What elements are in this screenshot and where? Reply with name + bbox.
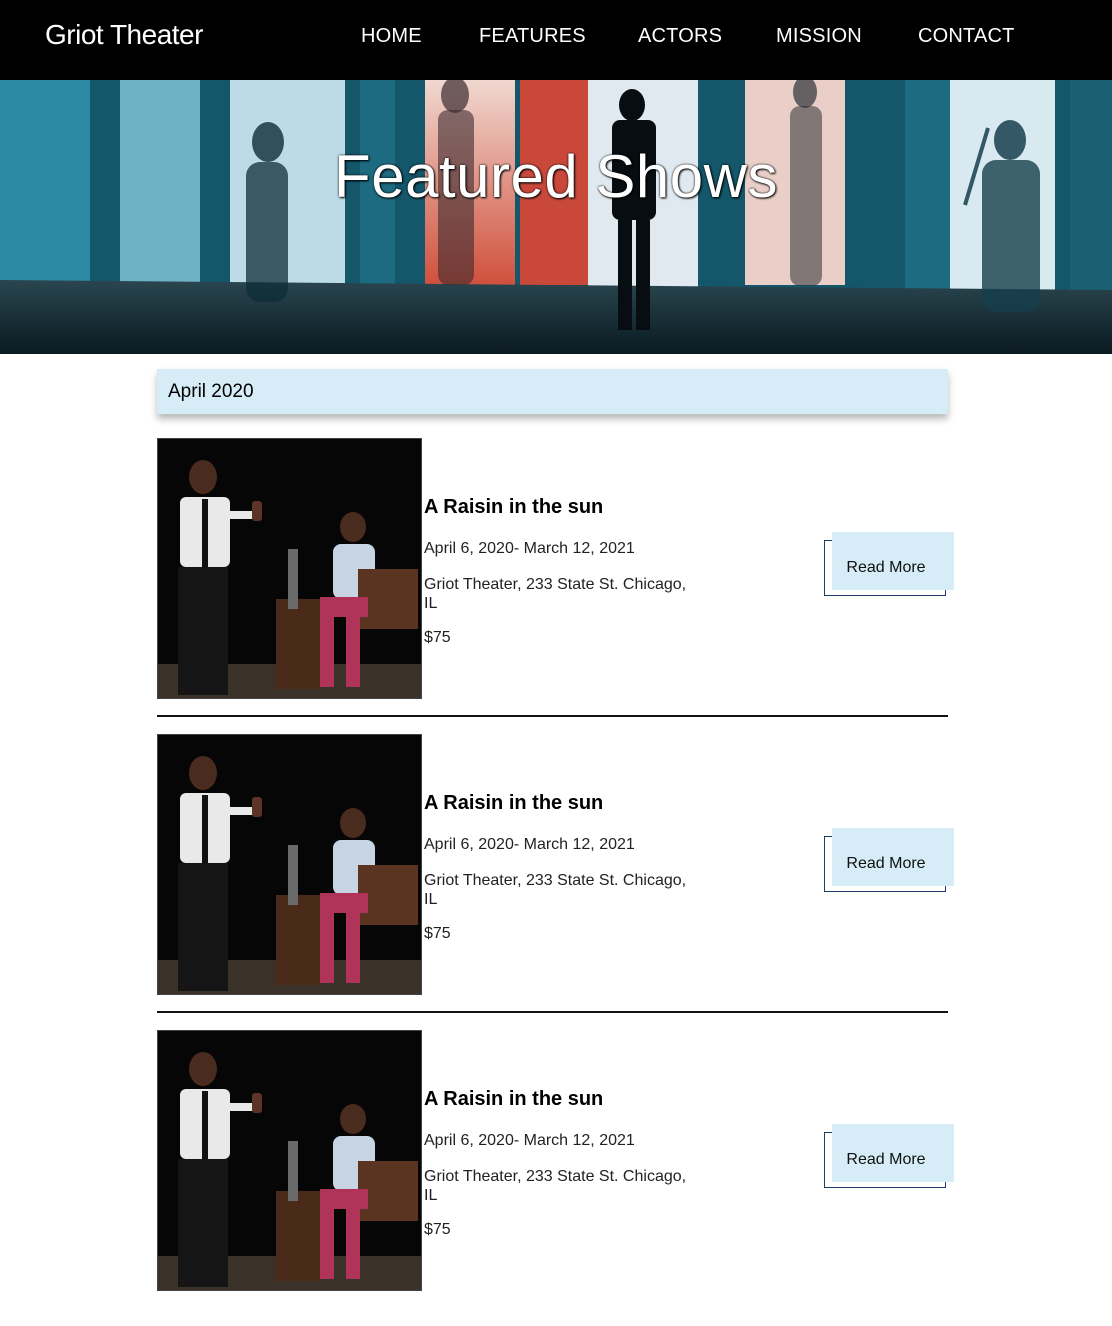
show-dates: April 6, 2020- March 12, 2021 (424, 1132, 635, 1149)
show-title: A Raisin in the sun (424, 1088, 604, 1110)
nav-link-mission[interactable]: MISSION (776, 25, 862, 48)
month-header: April 2020 (157, 369, 948, 414)
show-venue: Griot Theater, 233 State St. Chicago, IL (424, 1168, 687, 1204)
read-more-button[interactable]: Read More (824, 532, 954, 596)
nav-link-home[interactable]: HOME (361, 25, 422, 48)
hero-title: Featured Shows (334, 143, 778, 210)
show-photo (157, 734, 422, 995)
show-dates: April 6, 2020- March 12, 2021 (424, 836, 635, 853)
hero-banner: Featured Shows (0, 80, 1112, 354)
brand-logo-link[interactable]: Griot Theater (45, 19, 203, 51)
nav-link-actors[interactable]: ACTORS (638, 25, 722, 48)
show-venue: Griot Theater, 233 State St. Chicago, IL (424, 872, 687, 908)
show-list-item: A Raisin in the sun April 6, 2020- March… (157, 1030, 954, 1326)
read-more-button[interactable]: Read More (824, 1124, 954, 1188)
month-label: April 2020 (168, 381, 254, 402)
show-dates: April 6, 2020- March 12, 2021 (424, 540, 635, 557)
top-navigation-bar: Griot Theater HOME FEATURES ACTORS MISSI… (0, 0, 1112, 80)
show-photo (157, 1030, 422, 1291)
show-photo (157, 438, 422, 699)
show-title: A Raisin in the sun (424, 792, 604, 814)
read-more-label: Read More (846, 855, 926, 872)
row-divider (157, 715, 948, 717)
read-more-label: Read More (846, 1151, 926, 1168)
show-list-item: A Raisin in the sun April 6, 2020- March… (157, 438, 954, 734)
stage-silhouettes-image (0, 80, 1112, 354)
nav-link-contact[interactable]: CONTACT (918, 25, 1015, 48)
show-list-item: A Raisin in the sun April 6, 2020- March… (157, 734, 954, 1030)
show-title: A Raisin in the sun (424, 496, 604, 518)
nav-link-features[interactable]: FEATURES (479, 25, 586, 48)
read-more-button[interactable]: Read More (824, 828, 954, 892)
row-divider (157, 1011, 948, 1013)
show-price: $75 (424, 1221, 451, 1238)
show-price: $75 (424, 925, 451, 942)
show-venue: Griot Theater, 233 State St. Chicago, IL (424, 576, 687, 612)
show-price: $75 (424, 629, 451, 646)
read-more-label: Read More (846, 559, 926, 576)
